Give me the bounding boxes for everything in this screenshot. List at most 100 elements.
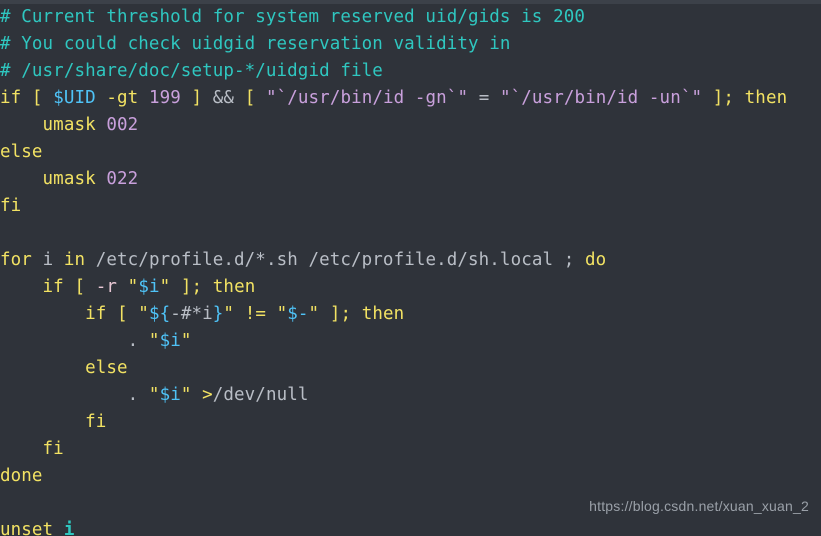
code-token: fi: [42, 439, 64, 459]
code-token: .: [127, 331, 139, 351]
code-token: [: [31, 88, 43, 108]
code-token: # Current threshold for system reserved …: [0, 7, 585, 27]
code-line[interactable]: # Current threshold for system reserved …: [0, 4, 821, 31]
code-line[interactable]: . "$i": [0, 328, 821, 355]
code-line[interactable]: for i in /etc/profile.d/*.sh /etc/profil…: [0, 247, 821, 274]
code-token: ${: [148, 304, 171, 324]
code-token: ": [159, 277, 171, 297]
code-token: /etc/profile.d/*.sh /etc/profile.d/sh.lo…: [95, 250, 554, 270]
code-token: /dev/null: [212, 385, 309, 405]
code-line[interactable]: # /usr/share/doc/setup-*/uidgid file: [0, 58, 821, 85]
code-token: [: [74, 277, 86, 297]
code-token: }: [212, 304, 224, 324]
code-token: 002: [106, 115, 139, 135]
code-token: else: [0, 142, 43, 162]
code-token: [: [244, 88, 256, 108]
code-token: ": [180, 385, 192, 405]
watermark-url: https://blog.csdn.net/xuan_xuan_2: [589, 498, 809, 514]
code-token: &&: [212, 88, 235, 108]
code-token: umask: [42, 169, 96, 189]
code-editor-viewport[interactable]: # Current threshold for system reserved …: [0, 4, 821, 536]
code-token: done: [0, 466, 43, 486]
code-token: if: [0, 88, 22, 108]
code-line[interactable]: fi: [0, 193, 821, 220]
code-token: ;: [723, 88, 735, 108]
code-token: ]: [712, 88, 724, 108]
code-token: ": [276, 304, 288, 324]
code-token: >: [202, 385, 213, 405]
code-token: i: [42, 250, 54, 270]
code-token: [: [117, 304, 128, 324]
code-token: ;: [340, 304, 352, 324]
code-line[interactable]: if [ -r "$i" ]; then: [0, 274, 821, 301]
code-token: ": [127, 277, 139, 297]
code-line[interactable]: if [ "${-#*i}" != "$-" ]; then: [0, 301, 821, 328]
code-token: $i: [159, 385, 181, 405]
code-token: ": [308, 304, 320, 324]
code-token: -#*i: [170, 304, 213, 324]
code-token: ]: [180, 277, 192, 297]
code-line[interactable]: if [ $UID -gt 199 ] && [ "`/usr/bin/id -…: [0, 85, 821, 112]
code-line[interactable]: # You could check uidgid reservation val…: [0, 31, 821, 58]
code-token: then: [361, 304, 405, 324]
code-token: # You could check uidgid reservation val…: [0, 34, 511, 54]
terminal-window[interactable]: # Current threshold for system reserved …: [0, 0, 821, 536]
code-token: for: [0, 250, 32, 270]
code-token: ": [180, 331, 192, 351]
code-token: "`/usr/bin/id -un`": [500, 88, 703, 108]
code-line[interactable]: done: [0, 463, 821, 490]
code-token: if: [42, 277, 64, 297]
code-line[interactable]: unset i: [0, 517, 821, 536]
code-token: umask: [42, 115, 96, 135]
code-line[interactable]: else: [0, 355, 821, 382]
code-line[interactable]: umask 002: [0, 112, 821, 139]
code-token: unset: [0, 520, 54, 536]
code-token: $i: [138, 277, 160, 297]
code-token: $i: [159, 331, 181, 351]
code-token: -r: [95, 277, 118, 297]
code-line[interactable]: umask 022: [0, 166, 821, 193]
code-line[interactable]: [0, 220, 821, 247]
code-line[interactable]: else: [0, 139, 821, 166]
code-token: $-: [287, 304, 309, 324]
code-token: -gt: [106, 88, 139, 108]
code-line[interactable]: . "$i" >/dev/null: [0, 382, 821, 409]
code-token: ]: [191, 88, 203, 108]
code-token: 199: [148, 88, 181, 108]
code-line[interactable]: fi: [0, 409, 821, 436]
code-token: ": [148, 385, 160, 405]
code-token: 022: [106, 169, 139, 189]
code-line[interactable]: fi: [0, 436, 821, 463]
